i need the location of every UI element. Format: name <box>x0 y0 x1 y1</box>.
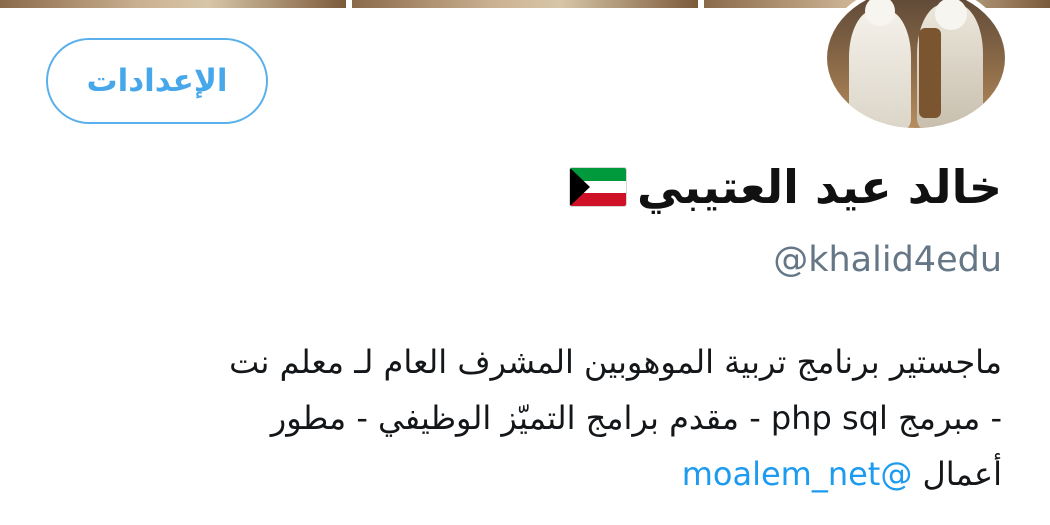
bio-line-last: أعمال @moalem_net <box>52 446 1002 502</box>
settings-button[interactable]: الإعدادات <box>46 38 268 124</box>
kuwait-flag-icon <box>569 167 628 207</box>
user-handle: @khalid4edu <box>773 240 1002 280</box>
avatar[interactable] <box>827 0 1005 128</box>
name-row: خالد عيد العتيبي <box>569 160 1002 214</box>
banner-image <box>0 0 346 8</box>
profile-page: الإعدادات خالد عيد العتيبي @khalid4edu م… <box>0 0 1050 525</box>
bio-text: أعمال <box>922 455 1002 493</box>
bio-line: - مبرمج php sql - مقدم برامج التميّز الو… <box>270 399 1002 437</box>
banner-image <box>352 0 698 8</box>
avatar-cloak <box>919 28 941 118</box>
display-name: خالد عيد العتيبي <box>637 160 1002 214</box>
bio-line: ماجستير برنامج تربية الموهوبين المشرف ال… <box>229 343 1002 381</box>
avatar-figure <box>849 10 911 128</box>
mention-link[interactable]: @moalem_net <box>682 455 913 493</box>
profile-bio: ماجستير برنامج تربية الموهوبين المشرف ال… <box>52 334 1002 502</box>
